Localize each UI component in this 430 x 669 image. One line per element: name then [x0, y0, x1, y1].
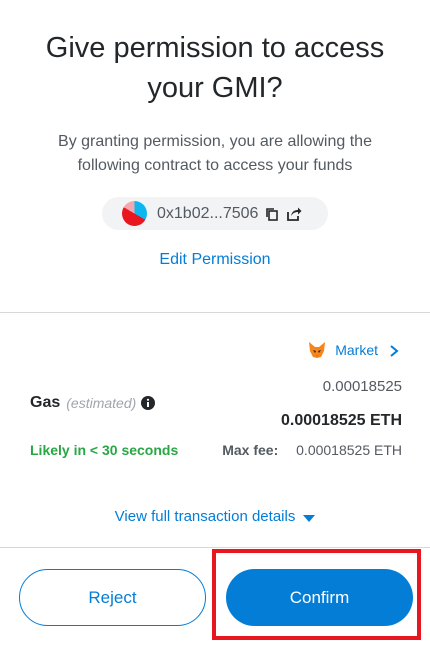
- view-full-details-label: View full transaction details: [114, 508, 296, 525]
- gas-market-selector[interactable]: Market: [307, 340, 400, 360]
- page-title: Give permission to access your GMI?: [45, 32, 385, 104]
- share-icon[interactable]: [286, 206, 302, 222]
- gas-market-label: Market: [335, 342, 378, 358]
- contract-address-pill: 0x1b02...7506: [102, 197, 328, 230]
- gas-amount-secondary: 0.00018525: [322, 378, 402, 395]
- max-fee-label: Max fee:: [222, 442, 279, 458]
- max-fee-value: 0.00018525 ETH: [296, 442, 402, 458]
- highlight-annotation-box: [212, 549, 421, 640]
- permission-page: Give permission to access your GMI? By g…: [0, 0, 430, 669]
- copy-icon[interactable]: [264, 206, 280, 222]
- edit-permission-link[interactable]: Edit Permission: [0, 251, 430, 269]
- max-fee-row: Max fee: 0.00018525 ETH: [222, 442, 402, 458]
- gas-amount-primary: 0.00018525 ETH: [281, 412, 402, 429]
- gas-time-estimate: Likely in < 30 seconds: [30, 442, 179, 458]
- contract-address: 0x1b02...7506: [157, 204, 259, 222]
- identicon-avatar: [122, 201, 147, 226]
- metamask-fox-icon: [307, 340, 327, 360]
- gas-label: Gas: [30, 394, 61, 411]
- divider-top: [0, 312, 430, 313]
- chevron-right-icon: [388, 344, 400, 357]
- gas-label-row: Gas (estimated): [30, 394, 156, 412]
- divider-bottom: [0, 547, 430, 548]
- gas-estimated-label: (estimated): [66, 395, 137, 411]
- page-subtitle: By granting permission, you are allowing…: [58, 133, 372, 174]
- reject-button[interactable]: Reject: [19, 569, 206, 626]
- info-icon[interactable]: [141, 396, 156, 410]
- view-full-details-link[interactable]: View full transaction details: [0, 508, 430, 525]
- caret-down-icon: [303, 511, 316, 523]
